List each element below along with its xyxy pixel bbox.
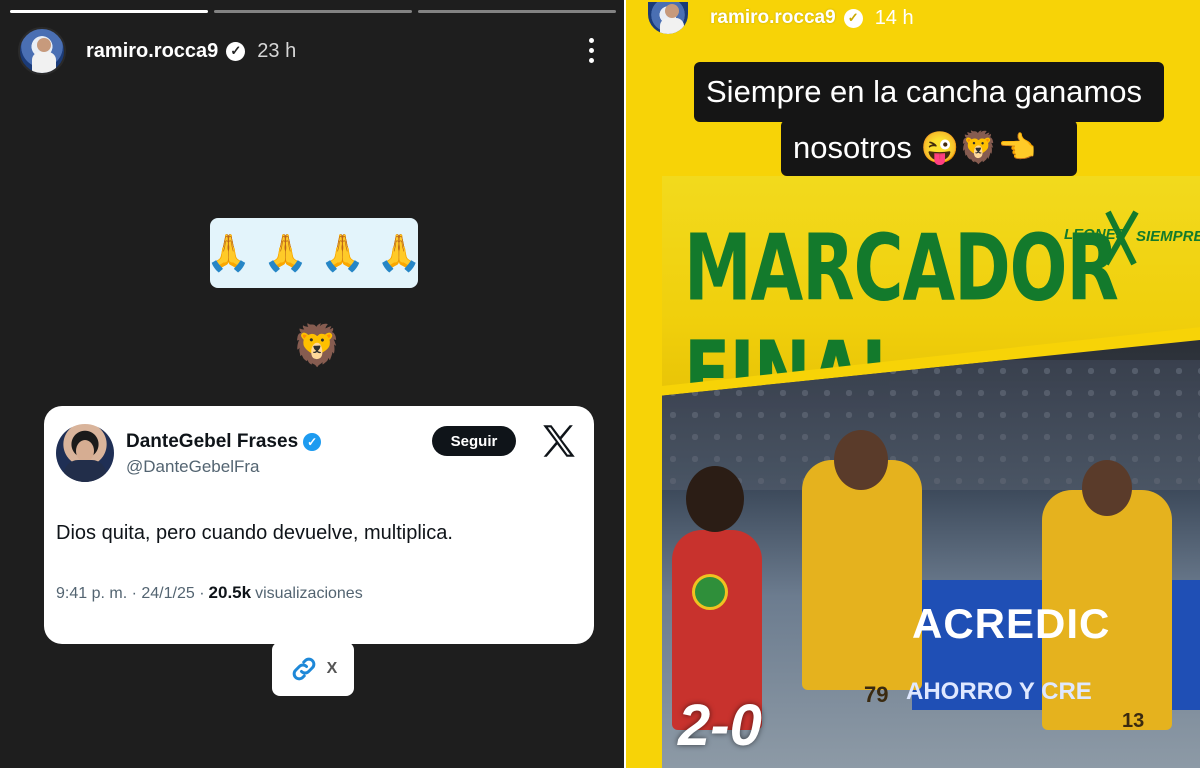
x-logo-icon bbox=[543, 425, 575, 457]
ad-board-subtext: AHORRO Y CRE bbox=[906, 678, 1092, 705]
pray-emoji: 🙏 bbox=[320, 232, 365, 273]
story-caption-line-2: nosotros 😜🦁👈 bbox=[781, 120, 1077, 176]
tweet-text: Dios quita, pero cuando devuelve, multip… bbox=[56, 522, 453, 544]
link-source-label: X bbox=[326, 660, 338, 677]
player-head bbox=[834, 430, 888, 490]
pray-emoji: 🙏 bbox=[376, 232, 422, 273]
logo-text-left: LEONES bbox=[1064, 226, 1126, 243]
story-header: ramiro.rocca9 ✓ 14 h bbox=[646, 0, 914, 36]
pray-emoji-sticker: 🙏 🙏 🙏 🙏 bbox=[206, 218, 422, 288]
avatar[interactable] bbox=[18, 27, 66, 75]
verified-badge-icon: ✓ bbox=[843, 8, 863, 28]
player-head bbox=[1082, 460, 1132, 516]
story-caption-line-1: Siempre en la cancha ganamos bbox=[694, 62, 1164, 122]
story-progress-bar bbox=[10, 10, 616, 13]
jersey-number: 13 bbox=[1122, 710, 1145, 732]
tweet-author-handle[interactable]: @DanteGebelFra bbox=[126, 457, 260, 477]
logo-text-right: SIEMPRE bbox=[1136, 228, 1200, 245]
more-options-icon[interactable] bbox=[589, 38, 594, 63]
progress-segment bbox=[10, 10, 208, 13]
pray-emoji: 🙏 bbox=[263, 232, 308, 273]
avatar[interactable] bbox=[646, 0, 690, 36]
username[interactable]: ramiro.rocca9 bbox=[710, 7, 836, 29]
progress-segment bbox=[214, 10, 412, 13]
lion-emoji: 🦁 bbox=[292, 324, 342, 368]
tweet-views-label: visualizaciones bbox=[255, 585, 363, 602]
tweet-author-name[interactable]: DanteGebel Frases ✓ bbox=[126, 431, 322, 453]
tweet-timestamp: 9:41 p. m. · 24/1/25 · bbox=[56, 585, 205, 602]
embedded-tweet-card[interactable]: DanteGebel Frases ✓ @DanteGebelFra Segui… bbox=[44, 406, 594, 644]
username[interactable]: ramiro.rocca9 bbox=[86, 40, 218, 63]
post-time: 23 h bbox=[257, 39, 297, 62]
right-story[interactable]: ramiro.rocca9 ✓ 14 h ACREDIC AHORRO Y CR… bbox=[626, 0, 1200, 768]
player bbox=[802, 460, 922, 690]
post-time: 14 h bbox=[874, 6, 914, 29]
tweet-meta: 9:41 p. m. · 24/1/25 · 20.5k visualizaci… bbox=[56, 583, 363, 603]
verified-check-icon: ✓ bbox=[303, 433, 322, 451]
link-icon bbox=[292, 657, 315, 681]
story-header: ramiro.rocca9 ✓ 23 h bbox=[18, 27, 296, 75]
ad-board-text: ACREDIC bbox=[912, 600, 1111, 647]
jersey-number: 79 bbox=[864, 682, 889, 707]
progress-segment bbox=[418, 10, 616, 13]
pray-emoji: 🙏 bbox=[206, 232, 252, 273]
follow-button[interactable]: Seguir bbox=[432, 426, 516, 456]
left-story[interactable]: ramiro.rocca9 ✓ 23 h 🙏 🙏 🙏 🙏 🦁 DanteGebe… bbox=[0, 0, 624, 768]
jersey-crest-icon bbox=[692, 574, 728, 610]
tweet-author-avatar[interactable] bbox=[56, 424, 114, 482]
verified-badge-icon: ✓ bbox=[226, 41, 246, 61]
final-score: 2-0 bbox=[678, 693, 762, 758]
tweet-views-count: 20.5k bbox=[208, 583, 252, 602]
player-head bbox=[686, 466, 744, 532]
link-sticker[interactable]: X bbox=[272, 642, 354, 696]
tweet-author-name-text: DanteGebel Frases bbox=[126, 431, 299, 452]
